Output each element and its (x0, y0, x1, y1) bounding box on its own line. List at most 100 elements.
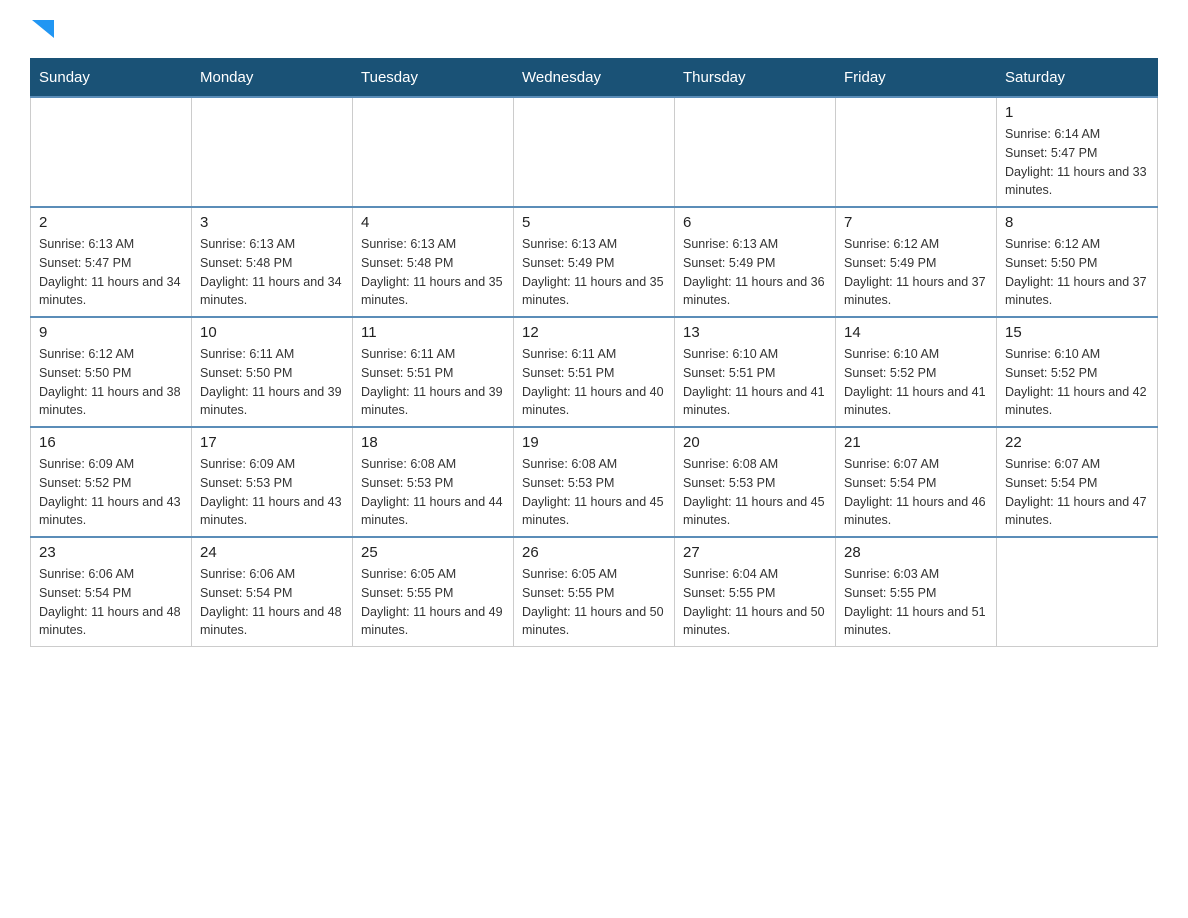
day-number: 9 (39, 324, 183, 341)
calendar-cell (836, 97, 997, 207)
weekday-header-wednesday: Wednesday (514, 59, 675, 98)
day-info: Sunrise: 6:08 AM Sunset: 5:53 PM Dayligh… (683, 455, 827, 530)
day-number: 5 (522, 214, 666, 231)
day-number: 2 (39, 214, 183, 231)
calendar-cell: 9 Sunrise: 6:12 AM Sunset: 5:50 PM Daylig… (31, 317, 192, 427)
calendar-cell: 13 Sunrise: 6:10 AM Sunset: 5:51 PM Dayli… (675, 317, 836, 427)
day-info: Sunrise: 6:12 AM Sunset: 5:50 PM Dayligh… (1005, 235, 1149, 310)
calendar-cell: 10 Sunrise: 6:11 AM Sunset: 5:50 PM Dayli… (192, 317, 353, 427)
weekday-header-thursday: Thursday (675, 59, 836, 98)
calendar-cell: 14 Sunrise: 6:10 AM Sunset: 5:52 PM Dayli… (836, 317, 997, 427)
day-info: Sunrise: 6:11 AM Sunset: 5:50 PM Dayligh… (200, 345, 344, 420)
calendar-table: SundayMondayTuesdayWednesdayThursdayFrid… (30, 58, 1158, 647)
week-row-2: 2 Sunrise: 6:13 AM Sunset: 5:47 PM Daylig… (31, 207, 1158, 317)
weekday-header-tuesday: Tuesday (353, 59, 514, 98)
week-row-1: 1Sunrise: 6:14 AM Sunset: 5:47 PM Daylig… (31, 97, 1158, 207)
day-info: Sunrise: 6:06 AM Sunset: 5:54 PM Dayligh… (39, 565, 183, 640)
day-number: 17 (200, 434, 344, 451)
logo (30, 20, 54, 38)
day-number: 26 (522, 544, 666, 561)
day-number: 3 (200, 214, 344, 231)
day-info: Sunrise: 6:08 AM Sunset: 5:53 PM Dayligh… (361, 455, 505, 530)
day-number: 13 (683, 324, 827, 341)
day-number: 22 (1005, 434, 1149, 451)
calendar-cell: 4 Sunrise: 6:13 AM Sunset: 5:48 PM Daylig… (353, 207, 514, 317)
calendar-cell: 3 Sunrise: 6:13 AM Sunset: 5:48 PM Daylig… (192, 207, 353, 317)
day-number: 12 (522, 324, 666, 341)
calendar-cell: 6 Sunrise: 6:13 AM Sunset: 5:49 PM Daylig… (675, 207, 836, 317)
calendar-cell: 12 Sunrise: 6:11 AM Sunset: 5:51 PM Dayli… (514, 317, 675, 427)
weekday-header-sunday: Sunday (31, 59, 192, 98)
day-number: 8 (1005, 214, 1149, 231)
day-number: 18 (361, 434, 505, 451)
day-info: Sunrise: 6:09 AM Sunset: 5:53 PM Dayligh… (200, 455, 344, 530)
day-info: Sunrise: 6:06 AM Sunset: 5:54 PM Dayligh… (200, 565, 344, 640)
calendar-cell: 28 Sunrise: 6:03 AM Sunset: 5:55 PM Dayli… (836, 537, 997, 647)
day-info: Sunrise: 6:13 AM Sunset: 5:48 PM Dayligh… (200, 235, 344, 310)
calendar-cell: 15 Sunrise: 6:10 AM Sunset: 5:52 PM Dayli… (997, 317, 1158, 427)
day-number: 15 (1005, 324, 1149, 341)
calendar-cell (31, 97, 192, 207)
weekday-header-monday: Monday (192, 59, 353, 98)
calendar-cell: 27Sunrise: 6:04 AM Sunset: 5:55 PM Dayli… (675, 537, 836, 647)
day-number: 25 (361, 544, 505, 561)
day-number: 28 (844, 544, 988, 561)
day-info: Sunrise: 6:07 AM Sunset: 5:54 PM Dayligh… (844, 455, 988, 530)
day-info: Sunrise: 6:12 AM Sunset: 5:49 PM Dayligh… (844, 235, 988, 310)
day-info: Sunrise: 6:13 AM Sunset: 5:49 PM Dayligh… (522, 235, 666, 310)
logo-arrow-icon (32, 20, 54, 38)
calendar-cell: 25Sunrise: 6:05 AM Sunset: 5:55 PM Dayli… (353, 537, 514, 647)
day-info: Sunrise: 6:12 AM Sunset: 5:50 PM Dayligh… (39, 345, 183, 420)
day-info: Sunrise: 6:07 AM Sunset: 5:54 PM Dayligh… (1005, 455, 1149, 530)
calendar-cell (514, 97, 675, 207)
calendar-cell: 20 Sunrise: 6:08 AM Sunset: 5:53 PM Dayli… (675, 427, 836, 537)
calendar-cell: 16 Sunrise: 6:09 AM Sunset: 5:52 PM Dayli… (31, 427, 192, 537)
day-info: Sunrise: 6:10 AM Sunset: 5:52 PM Dayligh… (844, 345, 988, 420)
calendar-cell: 22 Sunrise: 6:07 AM Sunset: 5:54 PM Dayli… (997, 427, 1158, 537)
calendar-cell: 5 Sunrise: 6:13 AM Sunset: 5:49 PM Daylig… (514, 207, 675, 317)
day-number: 6 (683, 214, 827, 231)
day-number: 19 (522, 434, 666, 451)
day-number: 10 (200, 324, 344, 341)
day-number: 20 (683, 434, 827, 451)
day-number: 23 (39, 544, 183, 561)
day-info: Sunrise: 6:11 AM Sunset: 5:51 PM Dayligh… (522, 345, 666, 420)
calendar-cell (675, 97, 836, 207)
weekday-header-saturday: Saturday (997, 59, 1158, 98)
calendar-cell (192, 97, 353, 207)
day-info: Sunrise: 6:10 AM Sunset: 5:51 PM Dayligh… (683, 345, 827, 420)
day-info: Sunrise: 6:11 AM Sunset: 5:51 PM Dayligh… (361, 345, 505, 420)
day-number: 14 (844, 324, 988, 341)
calendar-cell: 2 Sunrise: 6:13 AM Sunset: 5:47 PM Daylig… (31, 207, 192, 317)
calendar-cell: 1Sunrise: 6:14 AM Sunset: 5:47 PM Daylig… (997, 97, 1158, 207)
day-info: Sunrise: 6:13 AM Sunset: 5:47 PM Dayligh… (39, 235, 183, 310)
day-info: Sunrise: 6:13 AM Sunset: 5:49 PM Dayligh… (683, 235, 827, 310)
calendar-cell: 17 Sunrise: 6:09 AM Sunset: 5:53 PM Dayli… (192, 427, 353, 537)
week-row-4: 16 Sunrise: 6:09 AM Sunset: 5:52 PM Dayli… (31, 427, 1158, 537)
day-number: 1 (1005, 104, 1149, 121)
calendar-cell: 26Sunrise: 6:05 AM Sunset: 5:55 PM Dayli… (514, 537, 675, 647)
calendar-cell: 8 Sunrise: 6:12 AM Sunset: 5:50 PM Daylig… (997, 207, 1158, 317)
page-header (30, 20, 1158, 38)
day-number: 24 (200, 544, 344, 561)
week-row-3: 9 Sunrise: 6:12 AM Sunset: 5:50 PM Daylig… (31, 317, 1158, 427)
day-info: Sunrise: 6:10 AM Sunset: 5:52 PM Dayligh… (1005, 345, 1149, 420)
calendar-cell: 18 Sunrise: 6:08 AM Sunset: 5:53 PM Dayli… (353, 427, 514, 537)
calendar-cell: 11 Sunrise: 6:11 AM Sunset: 5:51 PM Dayli… (353, 317, 514, 427)
weekday-header-row: SundayMondayTuesdayWednesdayThursdayFrid… (31, 59, 1158, 98)
day-info: Sunrise: 6:08 AM Sunset: 5:53 PM Dayligh… (522, 455, 666, 530)
day-number: 11 (361, 324, 505, 341)
day-number: 27 (683, 544, 827, 561)
day-info: Sunrise: 6:13 AM Sunset: 5:48 PM Dayligh… (361, 235, 505, 310)
day-info: Sunrise: 6:09 AM Sunset: 5:52 PM Dayligh… (39, 455, 183, 530)
calendar-cell: 19 Sunrise: 6:08 AM Sunset: 5:53 PM Dayli… (514, 427, 675, 537)
calendar-cell: 23 Sunrise: 6:06 AM Sunset: 5:54 PM Dayli… (31, 537, 192, 647)
calendar-cell (353, 97, 514, 207)
calendar-cell (997, 537, 1158, 647)
day-number: 7 (844, 214, 988, 231)
day-number: 4 (361, 214, 505, 231)
calendar-cell: 7 Sunrise: 6:12 AM Sunset: 5:49 PM Daylig… (836, 207, 997, 317)
weekday-header-friday: Friday (836, 59, 997, 98)
day-info: Sunrise: 6:03 AM Sunset: 5:55 PM Dayligh… (844, 565, 988, 640)
day-number: 16 (39, 434, 183, 451)
